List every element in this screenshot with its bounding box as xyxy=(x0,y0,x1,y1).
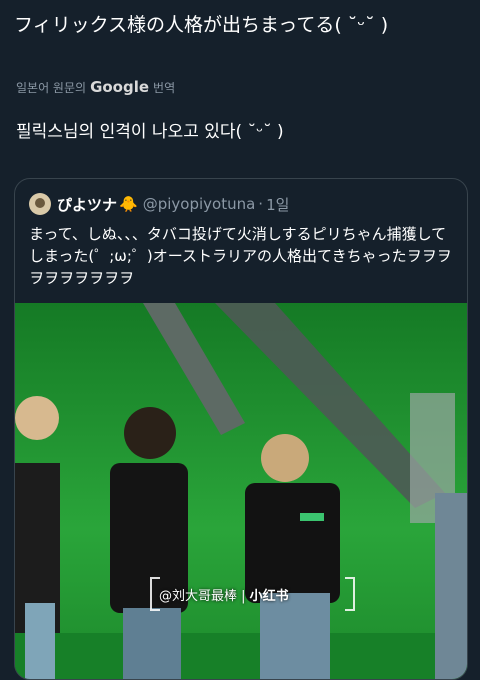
separator-dot: · xyxy=(258,195,264,213)
quote-body-text: まって、しぬ、、、タバコ投げて火消しするピリちゃん捕獲してしまった(゜;ω;゜)… xyxy=(29,225,452,287)
quote-header: ぴよツナ 🐥 @piyopiyotuna · 1일 xyxy=(29,193,289,215)
translation-label-prefix: 일본어 원문의 xyxy=(16,80,87,95)
watermark-bracket-right xyxy=(345,577,355,611)
quote-media-image[interactable]: @刘大哥最棒 | 小红书 xyxy=(15,303,467,679)
quote-timestamp[interactable]: 1일 xyxy=(266,194,289,215)
chick-icon: 🐥 xyxy=(119,195,138,213)
translated-text: 필릭스님의 인격이 나오고 있다( ˘ᵕ˘ ) xyxy=(16,122,284,142)
google-logo: Google xyxy=(90,78,150,96)
watermark-handle: @刘大哥最棒 xyxy=(159,589,238,604)
quote-tweet-card[interactable]: ぴよツナ 🐥 @piyopiyotuna · 1일 まって、しぬ、、、タバコ投げ… xyxy=(14,178,468,680)
quote-handle[interactable]: @piyopiyotuna xyxy=(143,195,256,213)
watermark: @刘大哥最棒 | 小红书 xyxy=(159,585,289,604)
avatar[interactable] xyxy=(29,193,51,215)
translation-label[interactable]: 일본어 원문의 Google 번역 xyxy=(16,78,175,96)
watermark-app: 小红书 xyxy=(249,589,289,604)
watermark-divider: | xyxy=(241,589,250,604)
quote-display-name[interactable]: ぴよツナ xyxy=(57,194,117,215)
translation-label-suffix: 번역 xyxy=(153,80,176,95)
tweet-text: フィリックス様の人格が出ちまってる( ˘ᵕ˘ ) xyxy=(14,14,389,36)
stage-scene-image xyxy=(15,303,467,679)
